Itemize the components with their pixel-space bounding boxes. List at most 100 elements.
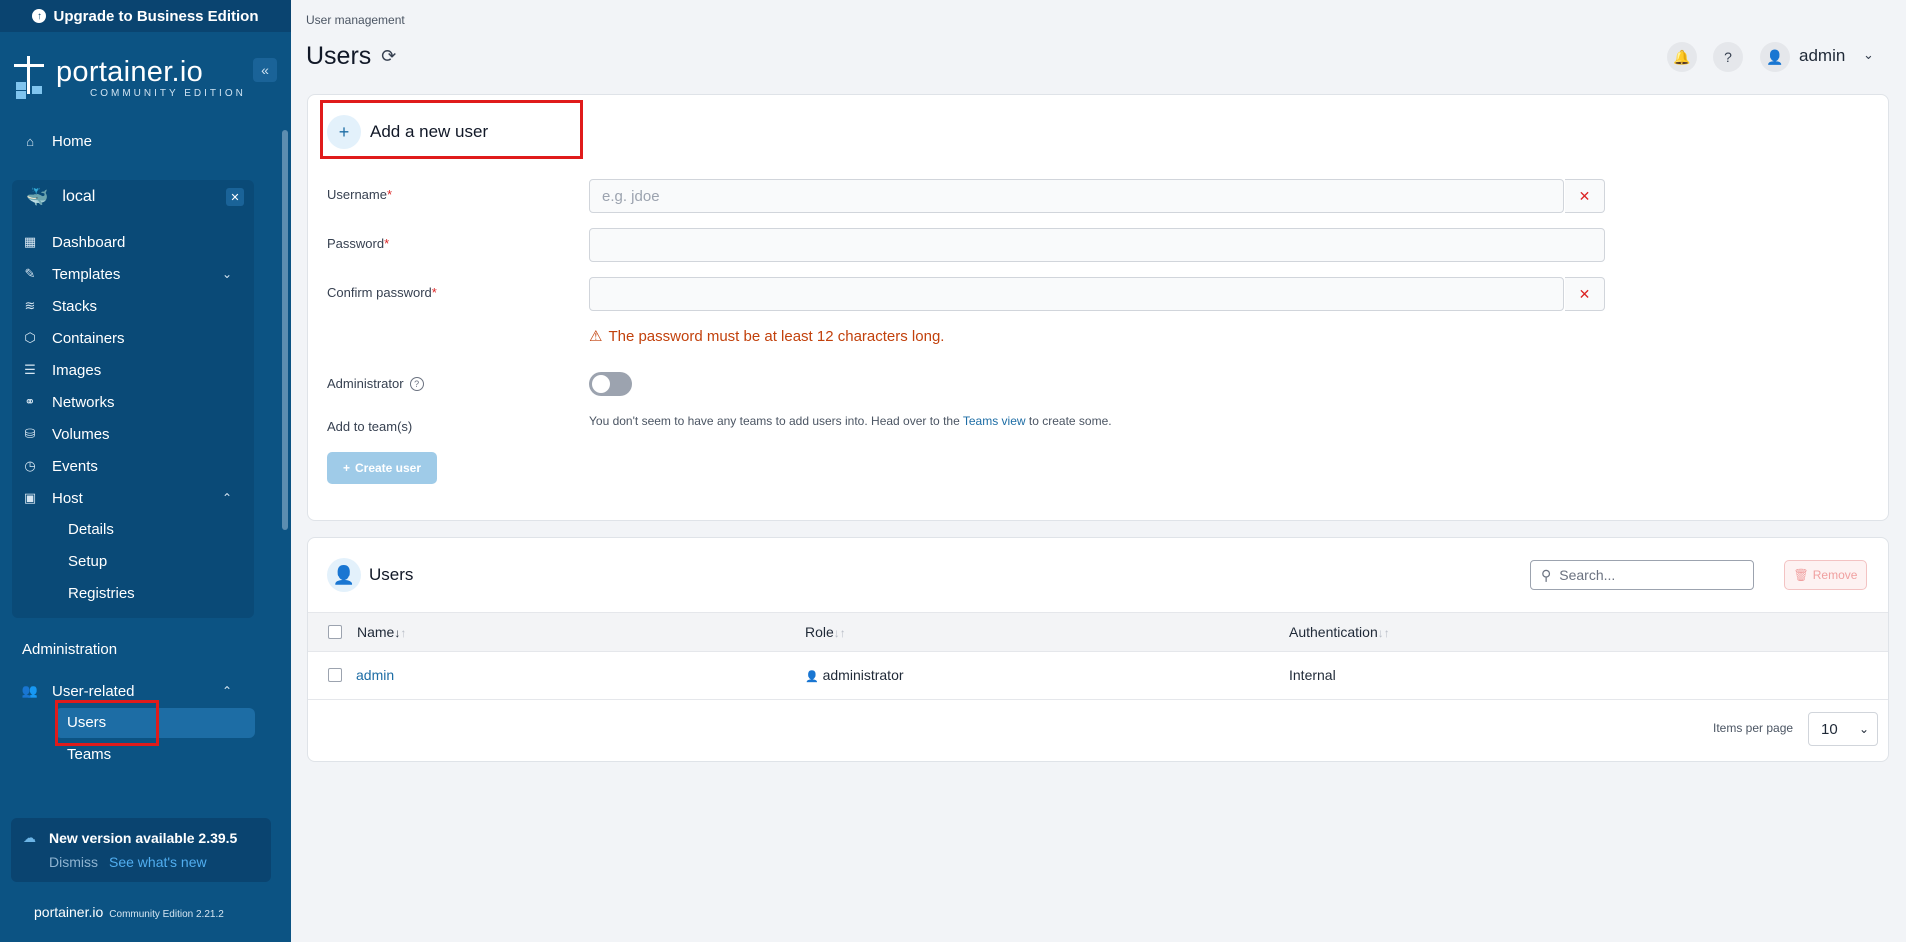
users-icon: 👥 — [21, 683, 39, 698]
items-per-page-label: Items per page — [1713, 721, 1794, 735]
arrow-up-circle-icon: ↑ — [32, 9, 47, 23]
clock-icon: ◷ — [24, 458, 36, 473]
toggle-knob — [592, 375, 610, 393]
remove-button[interactable]: 🗑 Remove — [1784, 560, 1867, 590]
user-name-link[interactable]: admin — [356, 667, 394, 683]
username-label: Username* — [327, 187, 392, 202]
trash-icon: 🗑 — [1793, 568, 1809, 582]
sidebar-item-details[interactable]: Details — [68, 521, 114, 538]
sidebar-scrollbar[interactable] — [282, 130, 288, 530]
layers-icon: ≋ — [24, 298, 36, 313]
environment-header[interactable]: 🐳 local ✕ — [12, 178, 254, 216]
teams-view-link[interactable]: Teams view — [963, 414, 1026, 428]
warning-text: The password must be at least 12 charact… — [608, 327, 945, 345]
user-role: 👤 administrator — [805, 667, 904, 683]
password-input[interactable] — [589, 228, 1605, 262]
chevron-up-icon: ⌃ — [222, 684, 233, 698]
help-circle-icon[interactable]: ? — [409, 376, 424, 391]
upgrade-label: Upgrade to Business Edition — [53, 7, 259, 25]
clear-confirm-button[interactable]: ✕ — [1565, 277, 1605, 311]
confirm-password-label: Confirm password* — [327, 285, 437, 300]
sidebar-item-teams[interactable]: Teams — [67, 746, 111, 763]
table-header: Name↓↑ Role↓↑ Authentication↓↑ — [308, 612, 1888, 652]
password-label: Password* — [327, 236, 389, 251]
box-icon: ⬡ — [24, 330, 36, 345]
close-icon[interactable]: ✕ — [226, 188, 244, 206]
warning-triangle-icon: ⚠ — [589, 328, 603, 345]
database-icon: ⛁ — [24, 426, 36, 441]
logo-text: portainer.io — [56, 55, 204, 88]
column-role[interactable]: Role↓↑ — [805, 624, 846, 640]
teams-hint-before: You don't seem to have any teams to add … — [589, 414, 960, 428]
dashboard-icon: ▦ — [23, 234, 37, 249]
sidebar-item-home[interactable]: ⌂ Home — [22, 129, 92, 153]
highlight-box — [55, 700, 159, 746]
portainer-logo[interactable]: portainer.io COMMUNITY EDITION — [12, 52, 276, 104]
sort-icon: ↓↑ — [1377, 626, 1390, 640]
sidebar-item-networks[interactable]: ⚭ Networks — [22, 390, 115, 414]
column-role-label: Role — [805, 624, 834, 640]
user-menu-name[interactable]: admin — [1799, 46, 1845, 66]
search-input[interactable]: ⚲ Search... — [1530, 560, 1754, 590]
upgrade-banner[interactable]: ↑ Upgrade to Business Edition — [0, 0, 291, 32]
chevron-down-icon: ⌄ — [222, 267, 233, 281]
docker-icon: 🐳 — [26, 186, 49, 207]
sidebar-item-host[interactable]: ▣ Host ⌃ — [22, 486, 232, 510]
sidebar-item-volumes[interactable]: ⛁ Volumes — [22, 422, 110, 446]
sidebar-item-images[interactable]: ☰ Images — [22, 358, 101, 382]
create-user-label: Create user — [354, 461, 422, 475]
sidebar-item-label: Volumes — [52, 425, 110, 443]
sidebar-item-label: Networks — [52, 393, 115, 411]
column-name[interactable]: Name↓↑ — [357, 624, 406, 640]
dismiss-link[interactable]: Dismiss — [49, 854, 98, 870]
sidebar-item-setup[interactable]: Setup — [68, 553, 107, 570]
network-icon: ⚭ — [24, 394, 36, 409]
administration-heading: Administration — [22, 641, 118, 658]
logo-edition: COMMUNITY EDITION — [90, 87, 246, 99]
sidebar-item-label: Dashboard — [52, 233, 126, 251]
chevron-down-icon[interactable]: ⌄ — [1863, 47, 1874, 63]
plus-icon: + — [342, 461, 350, 475]
password-label-text: Password — [327, 236, 385, 251]
chevron-up-icon: ⌃ — [222, 491, 233, 505]
sidebar-item-events[interactable]: ◷ Events — [22, 454, 98, 478]
edit-icon: ✎ — [24, 266, 36, 281]
collapse-sidebar-button[interactable]: « — [253, 58, 277, 82]
bell-icon[interactable]: 🔔 — [1667, 42, 1697, 72]
footer-edition: Community Edition 2.21.2 — [109, 909, 224, 920]
select-all-checkbox[interactable] — [328, 625, 342, 639]
administrator-toggle[interactable] — [589, 372, 632, 396]
administrator-label: Administrator ? — [327, 376, 424, 391]
page-title: Users ⟳ — [306, 42, 396, 71]
update-notice: ☁ New version available 2.39.5 Dismiss S… — [11, 818, 271, 882]
highlight-box — [320, 100, 583, 159]
sidebar-item-templates[interactable]: ✎ Templates ⌄ — [22, 262, 233, 286]
help-icon[interactable]: ? — [1713, 42, 1743, 72]
row-checkbox[interactable] — [328, 668, 342, 682]
username-input[interactable]: e.g. jdoe — [589, 179, 1564, 213]
breadcrumb: User management — [306, 13, 405, 27]
teams-hint: You don't seem to have any teams to add … — [589, 414, 1112, 428]
sidebar-item-registries[interactable]: Registries — [68, 585, 135, 602]
sidebar-item-dashboard[interactable]: ▦ Dashboard — [22, 230, 126, 254]
clear-username-button[interactable]: ✕ — [1565, 179, 1605, 213]
cloud-download-icon: ☁ — [23, 830, 36, 845]
sidebar: ↑ Upgrade to Business Edition portainer.… — [0, 0, 291, 942]
sidebar-item-stacks[interactable]: ≋ Stacks — [22, 294, 97, 318]
required-mark: * — [386, 187, 393, 202]
sort-icon: ↓↑ — [833, 626, 846, 640]
refresh-icon[interactable]: ⟳ — [381, 46, 396, 67]
environment-name: local — [62, 188, 96, 205]
search-placeholder: Search... — [1559, 567, 1616, 583]
sidebar-item-containers[interactable]: ⬡ Containers — [22, 326, 124, 350]
create-user-button[interactable]: + Create user — [327, 452, 437, 484]
user-icon[interactable]: 👤 — [1760, 42, 1790, 72]
items-per-page-value: 10 — [1821, 720, 1838, 738]
sidebar-item-label: User-related — [52, 682, 135, 700]
whats-new-link[interactable]: See what's new — [109, 854, 207, 870]
server-icon: ▣ — [23, 490, 37, 505]
update-title: New version available 2.39.5 — [49, 830, 238, 846]
column-authentication[interactable]: Authentication↓↑ — [1289, 624, 1390, 640]
items-per-page-select[interactable]: 10 ⌄ — [1808, 712, 1878, 746]
confirm-password-input[interactable] — [589, 277, 1564, 311]
